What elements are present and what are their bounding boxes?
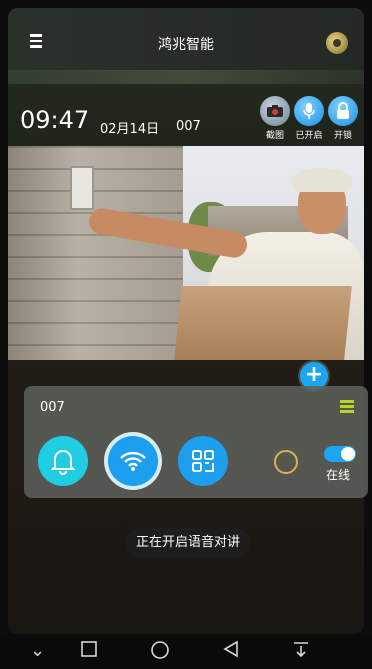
doorbell-button[interactable] — [38, 436, 88, 486]
plus-icon: + — [304, 362, 324, 387]
app-title: 鸿兆智能 — [158, 37, 214, 53]
wifi-icon — [120, 451, 146, 471]
microphone-icon — [294, 96, 324, 126]
lock-icon — [328, 96, 358, 126]
device-id-label: 007 — [176, 119, 201, 134]
mic-label: 已开启 — [295, 131, 323, 141]
qr-code-button[interactable] — [178, 436, 228, 486]
clock-time: 09:47 — [20, 106, 90, 134]
camera-video-feed[interactable] — [8, 146, 364, 360]
notification-pull-icon[interactable] — [292, 640, 310, 664]
device-name: 007 — [40, 400, 65, 415]
mic-button[interactable]: 已开启 — [292, 96, 326, 141]
unlock-label: 开锁 — [333, 131, 352, 141]
unlock-button[interactable]: 开锁 — [326, 96, 360, 141]
list-icon[interactable] — [340, 400, 354, 415]
back-icon[interactable] — [222, 640, 240, 664]
online-toggle[interactable] — [324, 446, 356, 462]
wifi-button[interactable] — [108, 436, 158, 486]
home-icon[interactable] — [150, 640, 170, 666]
status-ring-icon — [274, 450, 298, 474]
device-panel[interactable]: 007 在线 — [24, 386, 368, 498]
date-label: 02月14日 — [100, 122, 160, 137]
visitor-cap — [292, 168, 352, 192]
qr-code-icon — [192, 450, 214, 472]
top-bar: 鸿兆智能 — [8, 8, 364, 70]
toast-message: 正在开启语音对讲 — [126, 528, 251, 558]
screenshot-label: 截图 — [265, 131, 284, 141]
chevron-down-icon[interactable]: ⌄ — [30, 640, 45, 662]
header-band — [8, 70, 364, 84]
bell-icon — [50, 450, 76, 475]
parcel-box — [174, 286, 352, 360]
recent-apps-icon[interactable] — [80, 640, 98, 664]
online-status-label: 在线 — [326, 468, 351, 482]
doorbell-plate — [70, 166, 94, 210]
screenshot-button[interactable]: 截图 — [258, 96, 292, 141]
system-nav-bar: ⌄ — [0, 634, 372, 669]
wall-texture — [8, 146, 183, 360]
info-row: 09:47 02月14日 007 截图 已开启 开锁 — [8, 92, 364, 148]
camera-icon — [260, 96, 290, 126]
settings-icon[interactable] — [326, 32, 348, 54]
